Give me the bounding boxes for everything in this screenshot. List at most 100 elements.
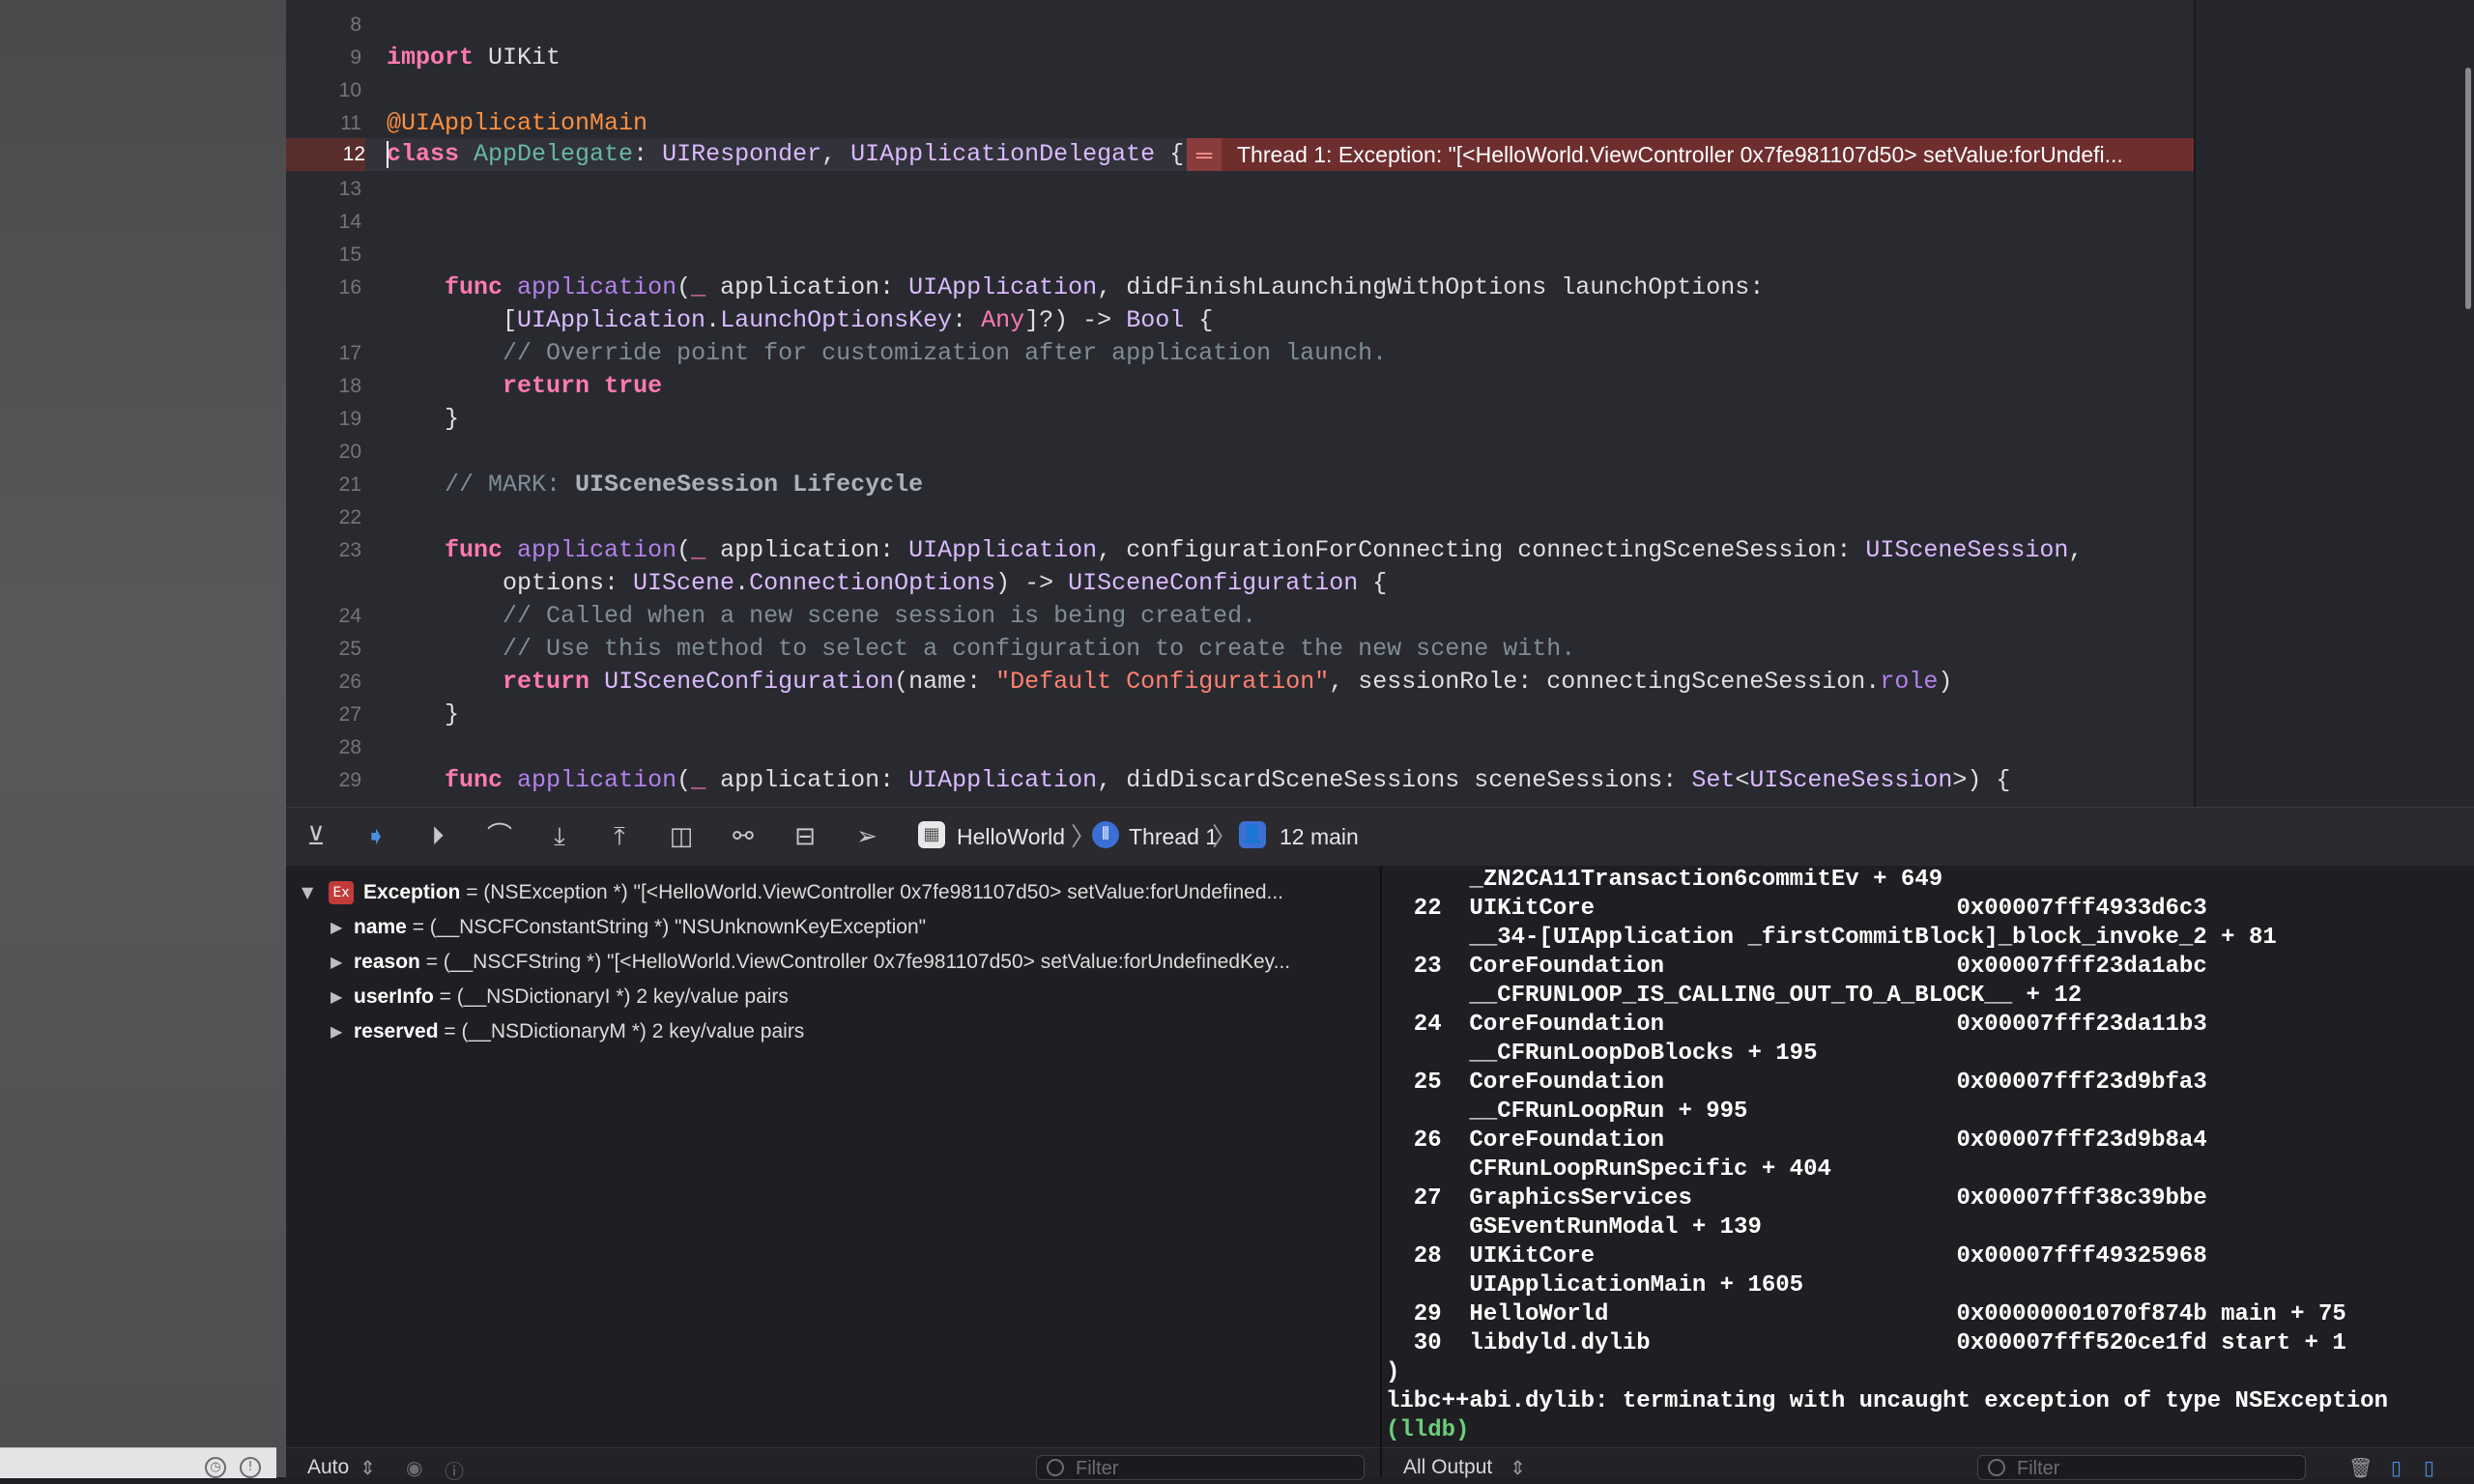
navigator-footer: ◷ ! (0, 1447, 276, 1478)
console-line: 30 libdyld.dylib 0x00007fff520ce1fd star… (1386, 1330, 2346, 1356)
variable-row-userinfo[interactable]: userInfo = (__NSDictionaryI *) 2 key/val… (354, 981, 1368, 1013)
variable-row-name[interactable]: name = (__NSCFConstantString *) "NSUnkno… (354, 911, 1368, 944)
code-line: 25 // Use this method to select a config… (338, 635, 1576, 663)
debug-view-hierarchy-icon[interactable]: ◫ (665, 821, 698, 852)
memory-graph-icon[interactable]: ⚯ (727, 821, 760, 852)
code-line: 15 (338, 243, 361, 266)
updown-chevron-icon: ⇕ (1510, 1456, 1526, 1479)
variable-row-reserved[interactable]: reserved = (__NSDictionaryM *) 2 key/val… (354, 1015, 1368, 1048)
step-out-icon[interactable]: ⤒ (603, 821, 636, 852)
console-line: libc++abi.dylib: terminating with uncaug… (1386, 1388, 2388, 1414)
updown-chevron-icon: ⇕ (360, 1456, 376, 1479)
exception-banner[interactable]: ═ Thread 1: Exception: "[<HelloWorld.View… (1187, 138, 2195, 171)
simulate-location-icon[interactable]: ➢ (850, 821, 883, 852)
crumb-frame[interactable]: 12 main (1280, 821, 1359, 852)
code-line: 8 (350, 14, 361, 36)
variable-row-exception[interactable]: Ex Exception = (NSException *) "[<HelloWo… (329, 876, 1372, 909)
variables-scope-popup[interactable]: Auto (307, 1456, 349, 1479)
variables-filter-field[interactable]: Filter (1036, 1455, 1365, 1480)
console-filter-field[interactable]: Filter (1977, 1455, 2306, 1480)
code-line: 20 (338, 441, 361, 463)
crumb-app[interactable]: HelloWorld (957, 821, 1065, 852)
console-line: __CFRunLoopRun + 995 (1386, 1099, 1748, 1125)
console-line: 29 HelloWorld 0x00000001070f874b main + … (1386, 1301, 2346, 1327)
code-line: 16 func application(_ application: UIApp… (338, 273, 1765, 301)
environment-overrides-icon[interactable]: ⊟ (789, 821, 821, 852)
show-console-view-icon[interactable]: ▯ (2424, 1456, 2434, 1479)
filter-icon (1988, 1459, 2005, 1476)
code-line: 26 return UISceneConfiguration(name: "De… (338, 668, 1953, 696)
code-line: 21 // MARK: UISceneSession Lifecycle (338, 471, 924, 499)
console-line: __CFRunLoopDoBlocks + 195 (1386, 1041, 1818, 1067)
lldb-prompt: (lldb) (1386, 1417, 1470, 1443)
console-output[interactable]: _ZN2CA11Transaction6commitEv + 649 22 UI… (1382, 866, 2474, 1477)
console-line: 24 CoreFoundation 0x00007fff23da11b3 (1386, 1012, 2207, 1038)
show-variables-view-icon[interactable]: ▯ (2391, 1456, 2402, 1479)
console-line: 27 GraphicsServices 0x00007fff38c39bbe (1386, 1185, 2207, 1212)
editor-scrollbar[interactable] (2465, 68, 2471, 309)
crumb-thread[interactable]: Thread 1 (1129, 821, 1218, 852)
code-line: options: UIScene.ConnectionOptions) -> U… (387, 569, 1388, 597)
code-line: 9 import UIKit (350, 43, 561, 71)
disclosure-closed-icon[interactable]: ▶ (331, 981, 342, 1013)
continue-icon[interactable]: ⏵ (421, 821, 454, 852)
code-line: 22 (338, 506, 361, 528)
navigator-background (0, 0, 288, 1477)
error-marker-icon: ═ (1187, 138, 1222, 171)
console-line: GSEventRunModal + 139 (1386, 1214, 1762, 1241)
app-icon: ▦ (918, 821, 945, 848)
code-line: 13 (338, 178, 361, 200)
console-line: 25 CoreFoundation 0x00007fff23d9bfa3 (1386, 1070, 2207, 1096)
code-line: 19 } (338, 405, 460, 433)
code-line: 29 func application(_ application: UIApp… (338, 766, 2011, 794)
console-output-popup[interactable]: All Output (1403, 1456, 1492, 1479)
minimap[interactable] (2196, 0, 2474, 807)
console-filter-bar: All Output ⇕ Filter 🗑 ▯ ▯ (1382, 1447, 2474, 1480)
console-line: UIApplicationMain + 1605 (1386, 1272, 1804, 1298)
code-line: 11 @UIApplicationMain (340, 109, 648, 137)
code-line: 10 (338, 79, 361, 101)
breakpoints-toggle-icon[interactable]: ➧ (360, 821, 392, 852)
info-icon[interactable]: ⓘ (445, 1456, 464, 1484)
disclosure-closed-icon[interactable]: ▶ (331, 946, 342, 979)
text-cursor (387, 141, 388, 168)
code-line: 24 // Called when a new scene session is… (338, 602, 1257, 630)
step-over-icon[interactable]: ⌒ (483, 821, 516, 852)
thread-icon: ⦀ (1092, 821, 1119, 848)
code-line: 14 (338, 211, 361, 233)
console-line: __CFRUNLOOP_IS_CALLING_OUT_TO_A_BLOCK__ … (1386, 983, 2083, 1009)
exception-message: Thread 1: Exception: "[<HelloWorld.ViewC… (1237, 142, 2123, 167)
exception-badge-icon: Ex (329, 881, 354, 905)
disclosure-closed-icon[interactable]: ▶ (331, 911, 342, 944)
console-line: _ZN2CA11Transaction6commitEv + 649 (1386, 867, 1943, 893)
console-line: CFRunLoopRunSpecific + 404 (1386, 1156, 1831, 1183)
console-line: 22 UIKitCore 0x00007fff4933d6c3 (1386, 896, 2207, 922)
console-line: 26 CoreFoundation 0x00007fff23d9b8a4 (1386, 1127, 2207, 1154)
code-line: 18 return true (338, 372, 663, 400)
console-line: 28 UIKitCore 0x00007fff49325968 (1386, 1243, 2207, 1270)
stack-frame-user-icon: 👤 (1239, 821, 1266, 848)
eye-icon[interactable]: ◉ (406, 1456, 422, 1479)
warning-filter-icon[interactable]: ! (240, 1457, 261, 1478)
debug-bar: ⊻ ➧ ⏵ ⌒ ⤓ ⤒ ◫ ⚯ ⊟ ➢ ▦ HelloWorld 〉 ⦀ Thr… (286, 807, 2474, 867)
step-into-icon[interactable]: ⤓ (543, 821, 576, 852)
variable-row-reason[interactable]: reason = (__NSCFString *) "[<HelloWorld.… (354, 946, 1368, 979)
filter-icon (1047, 1459, 1064, 1476)
disclosure-open-icon[interactable]: ▼ (302, 876, 313, 909)
console-line: ) (1386, 1359, 1400, 1385)
code-line: 23 func application(_ application: UIApp… (338, 536, 2084, 564)
console-line: __34-[UIApplication _firstCommitBlock]_b… (1386, 925, 2277, 951)
code-line: 17 // Override point for customization a… (338, 339, 1388, 367)
variables-filter-bar: Auto ⇕ ◉ ⓘ Filter (286, 1447, 1380, 1483)
disclosure-closed-icon[interactable]: ▶ (331, 1015, 342, 1048)
code-line: [UIApplication.LaunchOptionsKey: Any]?) … (387, 306, 1214, 334)
console-line: 23 CoreFoundation 0x00007fff23da1abc (1386, 954, 2207, 980)
code-line: 27 } (338, 700, 460, 728)
chevron-right-icon: 〉 (1212, 822, 1238, 851)
variables-view: ▼ Ex Exception = (NSException *) "[<Hello… (286, 866, 1382, 1477)
recent-files-icon[interactable]: ◷ (205, 1457, 226, 1478)
source-editor[interactable]: 8 9 import UIKit 10 11 @UIApplicationMain … (286, 0, 2195, 807)
trash-icon[interactable]: 🗑 (2348, 1456, 2373, 1479)
hide-debug-area-icon[interactable]: ⊻ (300, 821, 332, 852)
code-line: 28 (338, 736, 361, 758)
